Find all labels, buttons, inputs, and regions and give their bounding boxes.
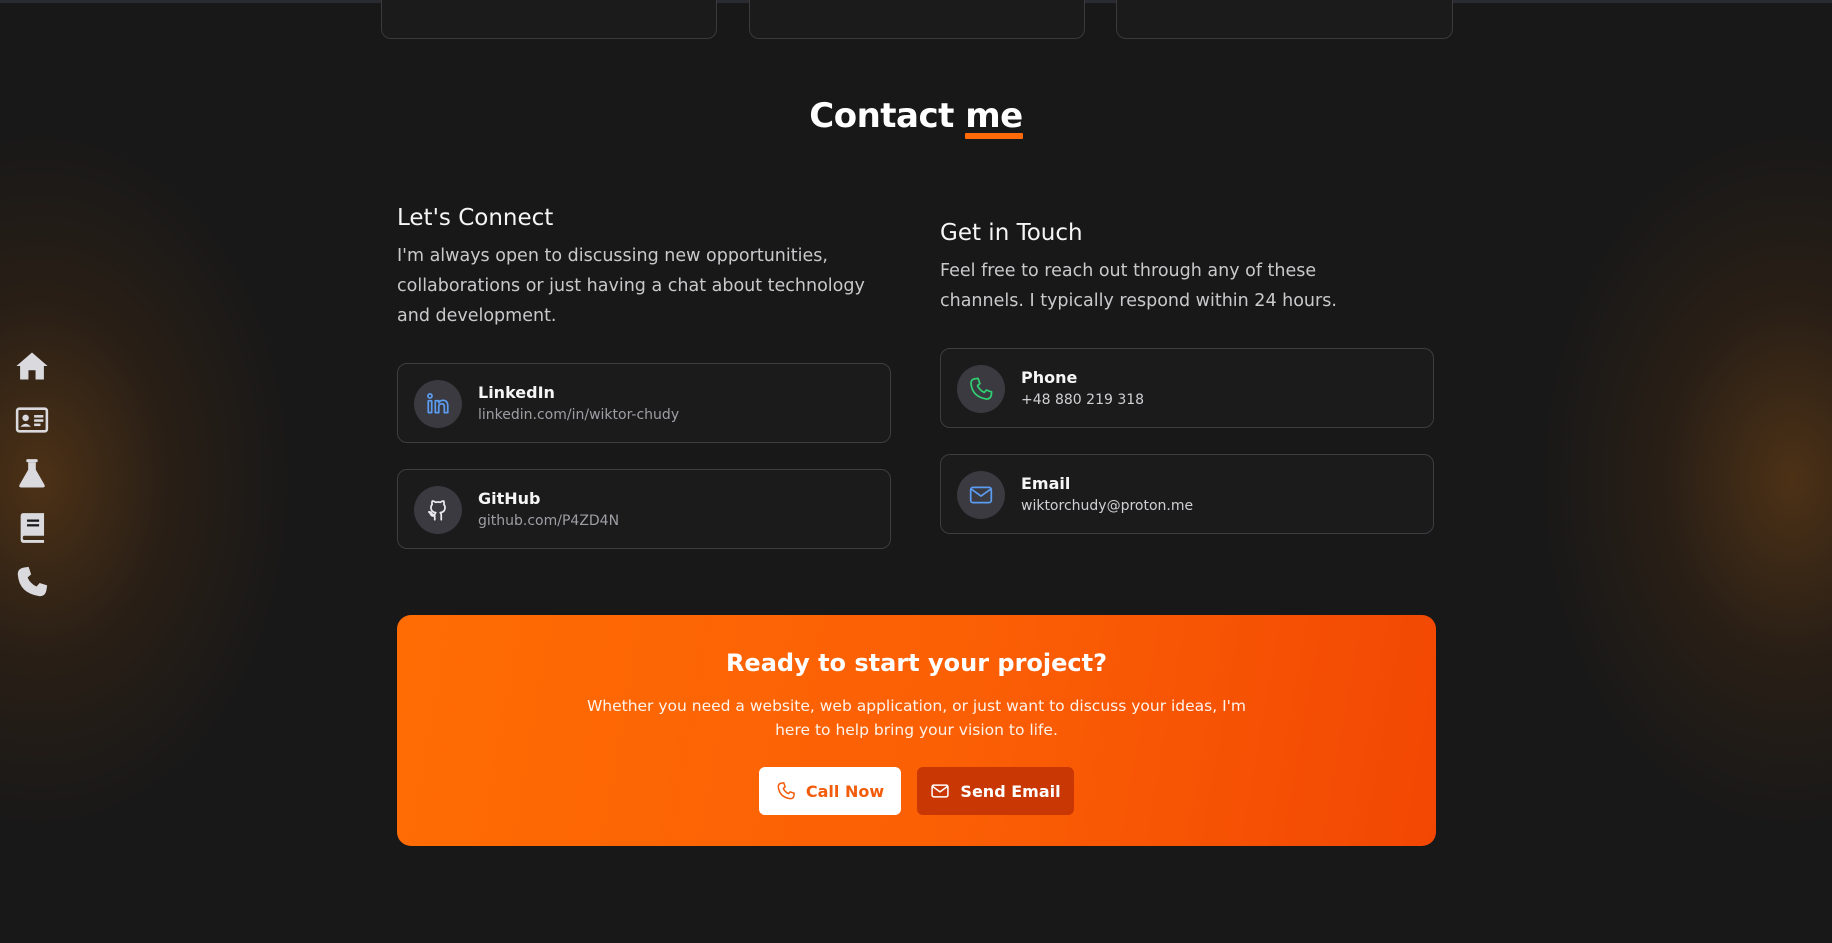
github-label: GitHub [478, 489, 541, 508]
previous-section-card [1116, 0, 1453, 39]
touch-description: Feel free to reach out through any of th… [940, 261, 1337, 311]
email-label: Email [1021, 474, 1071, 493]
email-address: wiktorchudy@proton.me [1021, 498, 1194, 514]
phone-label: Phone [1021, 368, 1078, 387]
github-icon [414, 486, 462, 534]
linkedin-card[interactable]: LinkedIn linkedin.com/in/wiktor-chudy [397, 363, 891, 443]
id-card-icon [15, 407, 49, 433]
call-now-button[interactable]: Call Now [759, 767, 901, 815]
connect-description: I'm always open to discussing new opport… [397, 246, 865, 326]
email-card[interactable]: Email wiktorchudy@proton.me [940, 454, 1434, 534]
previous-section-card [749, 0, 1085, 39]
touch-heading: Get in Touch [940, 220, 1083, 246]
connect-heading: Let's Connect [397, 205, 554, 231]
page: Contact me Let's Connect I'm always open… [0, 0, 1832, 943]
mail-icon [957, 471, 1005, 519]
cta-title: Ready to start your project? [725, 649, 1108, 677]
previous-section-card [381, 0, 717, 39]
phone-icon [17, 566, 48, 597]
cta-description: Whether you need a website, web applicat… [586, 697, 1247, 739]
send-email-button[interactable]: Send Email [917, 767, 1074, 815]
github-url: github.com/P4ZD4N [478, 513, 620, 529]
section-title: Contact me [0, 96, 1832, 139]
book-icon [20, 513, 45, 543]
sidebar-item-blog[interactable] [14, 510, 50, 546]
sidebar-item-contact[interactable] [14, 564, 50, 600]
cta-banner: Ready to start your project? Whether you… [397, 615, 1436, 846]
mail-icon [931, 784, 950, 798]
flask-icon [19, 459, 45, 488]
sidebar-nav [14, 348, 50, 618]
linkedin-url: linkedin.com/in/wiktor-chudy [478, 407, 680, 423]
section-title-main: Contact [809, 96, 966, 136]
linkedin-icon [414, 380, 462, 428]
phone-number: +48 880 219 318 [1021, 392, 1145, 408]
github-card[interactable]: GitHub github.com/P4ZD4N [397, 469, 891, 549]
phone-card[interactable]: Phone +48 880 219 318 [940, 348, 1434, 428]
send-email-label: Send Email [960, 781, 1061, 801]
phone-icon [777, 782, 795, 800]
section-title-accent: me [965, 96, 1023, 139]
sidebar-item-about[interactable] [14, 402, 50, 438]
call-now-label: Call Now [805, 781, 885, 801]
phone-icon [957, 365, 1005, 413]
home-icon [16, 352, 48, 380]
sidebar-item-projects[interactable] [14, 456, 50, 492]
linkedin-label: LinkedIn [478, 383, 555, 402]
sidebar-item-home[interactable] [14, 348, 50, 384]
background-glow-right [1532, 120, 1832, 840]
